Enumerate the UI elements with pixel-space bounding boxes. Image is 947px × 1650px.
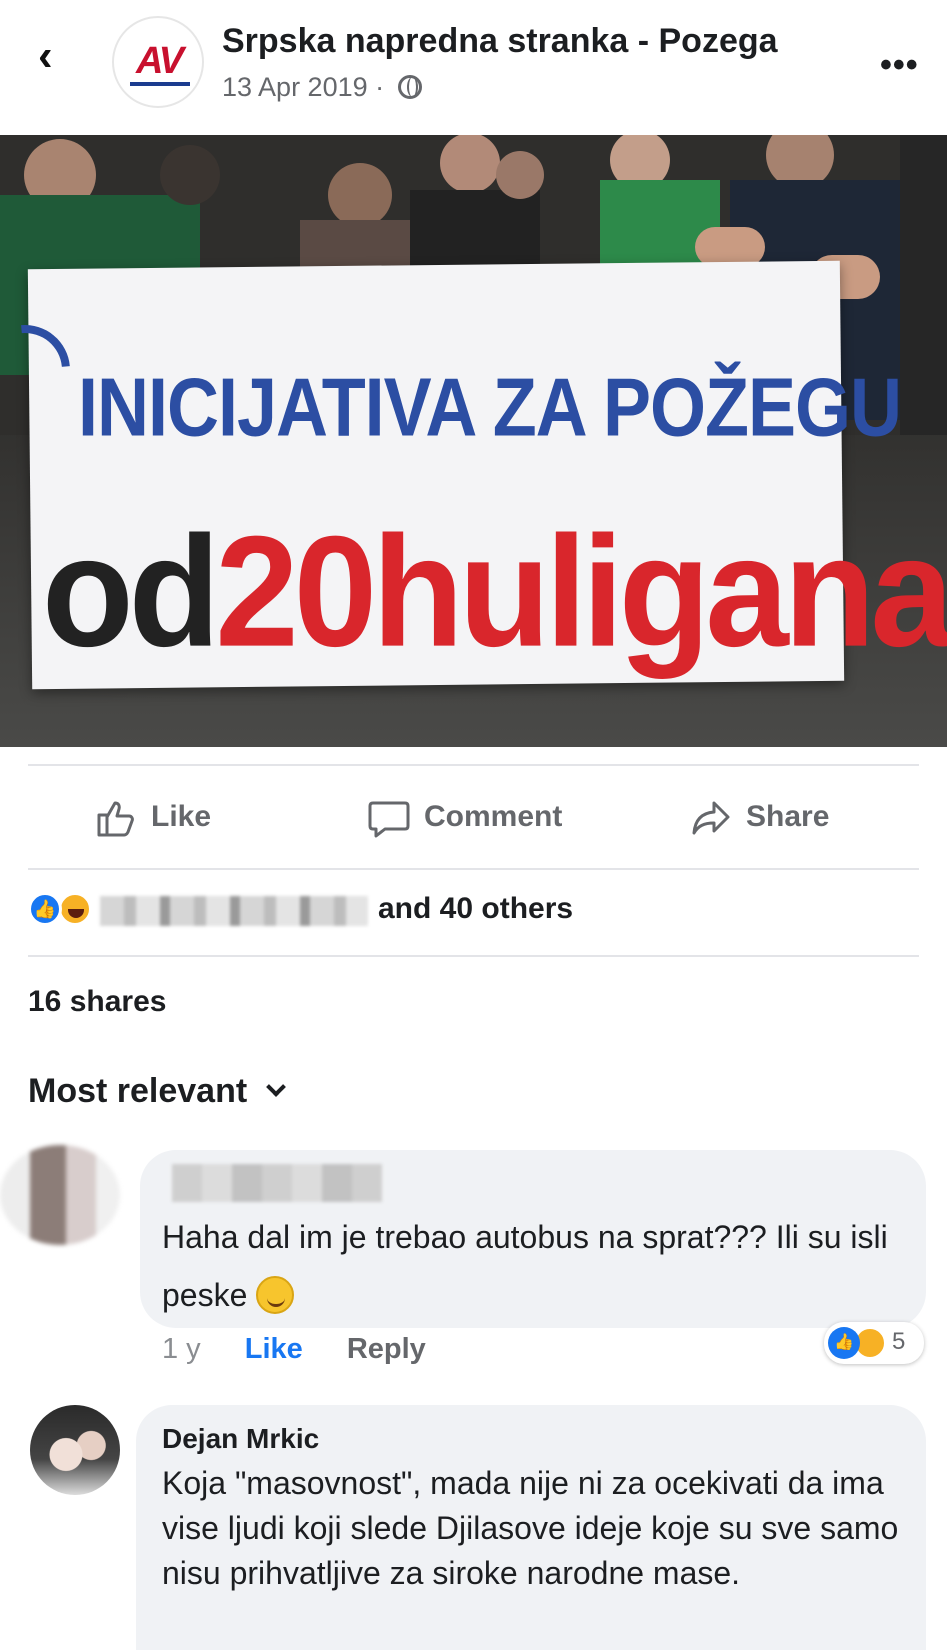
like-icon: 👍	[828, 1327, 860, 1359]
comment-bubble: Dejan Mrkic Koja "masovnost", mada nije …	[136, 1405, 926, 1650]
reaction-summary-text: and 40 others	[378, 892, 574, 925]
smiley-emoji-icon	[256, 1276, 295, 1314]
comment-meta: 1 y Like Reply	[162, 1333, 426, 1366]
like-button[interactable]: Like	[95, 782, 211, 852]
avatar[interactable]	[30, 1405, 120, 1495]
comment-reply-button[interactable]: Reply	[347, 1333, 426, 1365]
comment-button[interactable]: Comment	[368, 782, 562, 852]
post-actions: Like Comment Share	[0, 782, 947, 852]
comment-text: Haha dal im je trebao autobus na sprat??…	[162, 1208, 922, 1324]
banner-line1: INICIJATIVA ZA POŽEGU	[78, 362, 902, 454]
globe-icon	[397, 75, 422, 99]
more-options-icon[interactable]: •••	[880, 46, 919, 85]
sort-label: Most relevant	[28, 1072, 248, 1110]
comment-like-button[interactable]: Like	[245, 1333, 303, 1365]
comment-reaction-count: 5	[892, 1328, 906, 1355]
page-name-link[interactable]: Srpska napredna stranka - Pozega	[222, 22, 778, 61]
logo-underline	[130, 82, 190, 86]
avatar[interactable]	[0, 1145, 120, 1245]
share-label: Share	[746, 800, 830, 833]
like-label: Like	[151, 800, 212, 833]
comment-bubble-icon	[368, 801, 410, 838]
reactions-summary[interactable]: 👍 and 40 others	[28, 888, 928, 932]
divider-top	[28, 764, 919, 766]
share-button[interactable]: Share	[690, 782, 829, 852]
comment-text: Koja "masovnost", mada nije ni za ocekiv…	[162, 1465, 899, 1591]
haha-icon	[58, 892, 92, 926]
post-photo[interactable]: INICIJATIVA ZA POŽEGU od20huligana	[0, 135, 947, 747]
blurred-reactor-names	[100, 896, 368, 926]
comment-age[interactable]: 1 y	[162, 1333, 201, 1365]
comment-author[interactable]: Dejan Mrkic	[162, 1423, 319, 1455]
shares-count[interactable]: 16 shares	[28, 985, 166, 1019]
divider-reactions	[28, 955, 919, 957]
like-icon: 👍	[28, 892, 62, 926]
post-header: ‹ AV Srpska napredna stranka - Pozega 13…	[0, 0, 947, 125]
thumbs-up-icon	[97, 801, 134, 837]
banner-line2-prefix: od	[42, 502, 220, 680]
post-meta: 13 Apr 2019 ·	[222, 72, 422, 103]
back-chevron-icon[interactable]: ‹	[38, 34, 74, 82]
blurred-comment-author[interactable]	[172, 1164, 382, 1202]
comment-bubble: Haha dal im je trebao autobus na sprat??…	[140, 1150, 926, 1328]
comment-sort-dropdown[interactable]: Most relevant	[28, 1072, 287, 1111]
page-avatar[interactable]: AV	[112, 16, 204, 108]
comment-reactions-badge[interactable]: 👍 5	[824, 1322, 924, 1364]
page-logo-text: AV	[136, 40, 184, 82]
chevron-down-icon	[266, 1077, 287, 1097]
banner-line2: od20huligana	[42, 501, 947, 683]
post-date[interactable]: 13 Apr 2019 ·	[222, 72, 384, 102]
comment-label: Comment	[424, 800, 563, 833]
share-arrow-icon	[692, 801, 730, 835]
divider-actions	[28, 868, 919, 870]
banner-line2-main: 20huligana	[215, 502, 947, 680]
